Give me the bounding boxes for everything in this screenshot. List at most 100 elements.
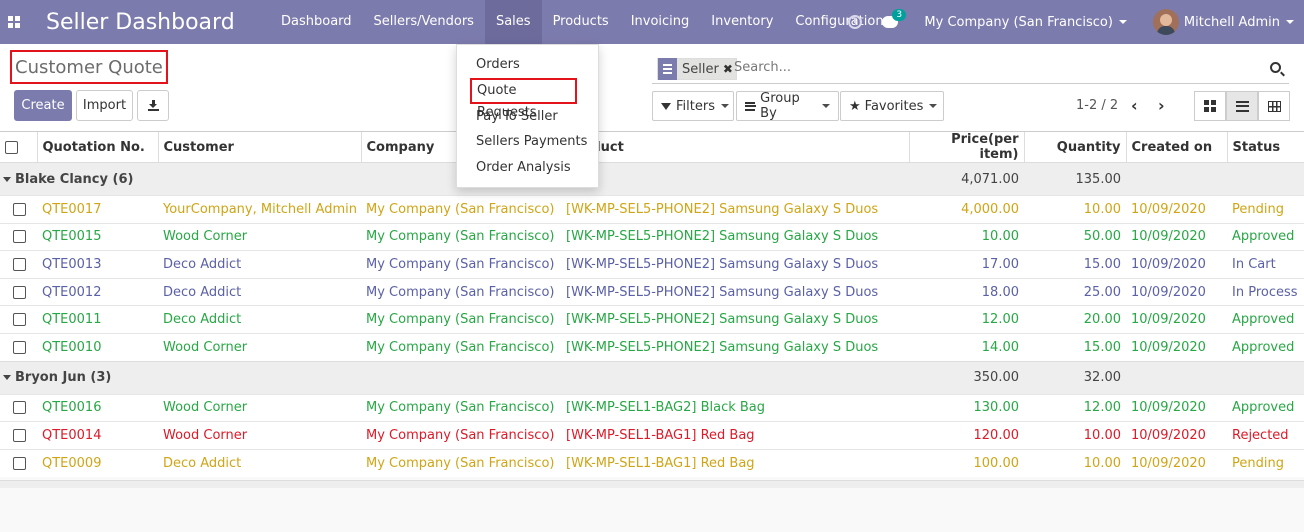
top-navbar: Seller Dashboard Dashboard Sellers/Vendo… xyxy=(0,0,1304,44)
cell-price: 4,000.00 xyxy=(909,195,1024,224)
row-checkbox[interactable] xyxy=(13,285,26,299)
row-checkbox-cell[interactable] xyxy=(0,332,37,362)
row-checkbox[interactable] xyxy=(13,456,26,470)
column-header-customer[interactable]: Customer xyxy=(157,132,361,163)
cell-price: 130.00 xyxy=(909,393,1024,422)
star-icon: ★ xyxy=(849,98,861,114)
filters-button[interactable]: Filters xyxy=(652,91,734,121)
select-all-checkbox-cell[interactable] xyxy=(0,132,37,163)
cell-created-on: 10/09/2020 xyxy=(1126,195,1227,224)
close-icon[interactable]: ✖ xyxy=(723,62,733,76)
menu-dashboard[interactable]: Dashboard xyxy=(270,0,363,44)
cell-product: [WK-MP-SEL1-BAG1] Red Bag xyxy=(561,448,909,477)
cell-customer: Wood Corner xyxy=(158,222,361,251)
list-view-button[interactable] xyxy=(1226,91,1258,121)
dropdown-item-sellers-payments[interactable]: Sellers Payments xyxy=(457,129,598,155)
cell-company: My Company (San Francisco) xyxy=(361,421,561,450)
row-checkbox[interactable] xyxy=(13,202,26,216)
menu-inventory[interactable]: Inventory xyxy=(700,0,784,44)
row-checkbox-cell[interactable] xyxy=(0,250,37,279)
row-checkbox[interactable] xyxy=(13,340,26,354)
table-row[interactable]: QTE0015 Wood Corner My Company (San Franci… xyxy=(0,222,1304,251)
row-checkbox-cell[interactable] xyxy=(0,393,37,422)
control-panel: Customer Quote Create Import Seller ✖ Fi… xyxy=(0,44,1304,132)
group-label: Bryon Jun (3) xyxy=(15,370,112,386)
export-button[interactable] xyxy=(137,90,169,121)
select-all-checkbox[interactable] xyxy=(5,140,18,154)
row-checkbox[interactable] xyxy=(13,257,26,271)
column-header-quantity[interactable]: Quantity xyxy=(1023,132,1126,163)
group-header[interactable]: Blake Clancy (6) xyxy=(0,162,909,196)
table-row[interactable]: QTE0009 Deco Addict My Company (San Franci… xyxy=(0,448,1304,477)
column-header-quotation-no[interactable]: Quotation No. xyxy=(36,132,158,163)
menu-sales[interactable]: Sales xyxy=(484,0,542,44)
group-row[interactable]: Bryon Jun (3) 350.00 32.00 xyxy=(0,360,1304,395)
menu-sellers-vendors[interactable]: Sellers/Vendors xyxy=(363,0,485,44)
menu-products[interactable]: Products xyxy=(542,0,620,44)
row-checkbox-cell[interactable] xyxy=(0,305,37,334)
column-header-price[interactable]: Price(per item) xyxy=(908,132,1024,163)
dropdown-item-order-analysis[interactable]: Order Analysis xyxy=(457,155,598,181)
chat-messages-icon[interactable]: 3 xyxy=(882,9,907,28)
table-row[interactable]: QTE0016 Wood Corner My Company (San Franci… xyxy=(0,393,1304,422)
table-row[interactable]: QTE0012 Deco Addict My Company (San Franci… xyxy=(0,277,1304,306)
column-header-created-on[interactable]: Created on xyxy=(1125,132,1227,163)
view-switcher xyxy=(1194,91,1290,121)
cell-quantity: 10.00 xyxy=(1024,448,1126,477)
favorites-button[interactable]: ★ Favorites xyxy=(840,91,944,121)
cell-customer: Deco Addict xyxy=(158,277,361,306)
group-by-button[interactable]: Group By xyxy=(736,91,839,121)
table-row[interactable]: QTE0014 Wood Corner My Company (San Franci… xyxy=(0,421,1304,450)
column-header-status[interactable]: Status xyxy=(1226,132,1304,163)
cell-quantity: 10.00 xyxy=(1024,421,1126,450)
row-checkbox[interactable] xyxy=(13,230,26,244)
create-button[interactable]: Create xyxy=(14,90,72,121)
user-menu[interactable]: Mitchell Admin xyxy=(1184,15,1294,30)
table-row[interactable]: QTE0011 Deco Addict My Company (San Franci… xyxy=(0,305,1304,334)
group-header[interactable]: Bryon Jun (3) xyxy=(0,360,909,395)
cell-customer: Wood Corner xyxy=(158,393,361,422)
import-button[interactable]: Import xyxy=(76,90,133,121)
dropdown-item-orders[interactable]: Orders xyxy=(457,52,598,78)
cell-product: [WK-MP-SEL1-BAG1] Red Bag xyxy=(561,421,909,450)
table-row[interactable]: QTE0017 YourCompany, Mitchell Admin My Com… xyxy=(0,195,1304,224)
pager-previous-icon[interactable]: ‹ xyxy=(1131,98,1138,114)
kanban-view-button[interactable] xyxy=(1194,91,1226,121)
table-row[interactable]: QTE0013 Deco Addict My Company (San Franci… xyxy=(0,250,1304,279)
search-icon[interactable] xyxy=(1270,62,1281,73)
table-row[interactable]: QTE0010 Wood Corner My Company (San Franci… xyxy=(0,332,1304,362)
pager-next-icon[interactable]: › xyxy=(1158,98,1165,114)
favorites-label: Favorites xyxy=(864,98,924,114)
table-icon xyxy=(1267,100,1281,112)
main-menu: Dashboard Sellers/Vendors Sales Products… xyxy=(270,0,895,44)
avatar[interactable] xyxy=(1152,9,1179,35)
pager-value[interactable]: 1-2 / 2 xyxy=(1076,98,1118,113)
dropdown-item-pay-to-seller[interactable]: Pay To Seller xyxy=(457,104,598,130)
row-checkbox-cell[interactable] xyxy=(0,195,37,224)
row-checkbox-cell[interactable] xyxy=(0,222,37,251)
cell-created-on: 10/09/2020 xyxy=(1126,277,1227,306)
cell-quotation-no: QTE0016 xyxy=(37,393,158,422)
cell-customer: Deco Addict xyxy=(158,305,361,334)
pivot-view-button[interactable] xyxy=(1258,91,1290,121)
activity-clock-icon[interactable] xyxy=(848,15,863,29)
cell-quantity: 12.00 xyxy=(1024,393,1126,422)
row-checkbox[interactable] xyxy=(13,313,26,327)
app-brand-title: Seller Dashboard xyxy=(46,9,235,35)
row-checkbox-cell[interactable] xyxy=(0,277,37,306)
group-price-total: 350.00 xyxy=(909,360,1024,395)
search-input[interactable] xyxy=(734,60,1254,75)
column-header-product[interactable]: Product xyxy=(560,132,909,163)
row-checkbox[interactable] xyxy=(13,428,26,442)
cell-quantity: 20.00 xyxy=(1024,305,1126,334)
apps-menu-icon[interactable] xyxy=(0,0,28,44)
company-switcher[interactable]: My Company (San Francisco) xyxy=(924,15,1127,30)
cell-status: Pending xyxy=(1227,448,1304,477)
group-row[interactable]: Blake Clancy (6) 4,071.00 135.00 xyxy=(0,162,1304,196)
row-checkbox-cell[interactable] xyxy=(0,448,37,477)
row-checkbox-cell[interactable] xyxy=(0,421,37,450)
dropdown-item-quote-requests[interactable]: Quote Requests xyxy=(470,77,577,120)
menu-invoicing[interactable]: Invoicing xyxy=(620,0,701,44)
table-header-row: Quotation No. Customer Company Product P… xyxy=(0,132,1304,163)
row-checkbox[interactable] xyxy=(13,401,26,415)
